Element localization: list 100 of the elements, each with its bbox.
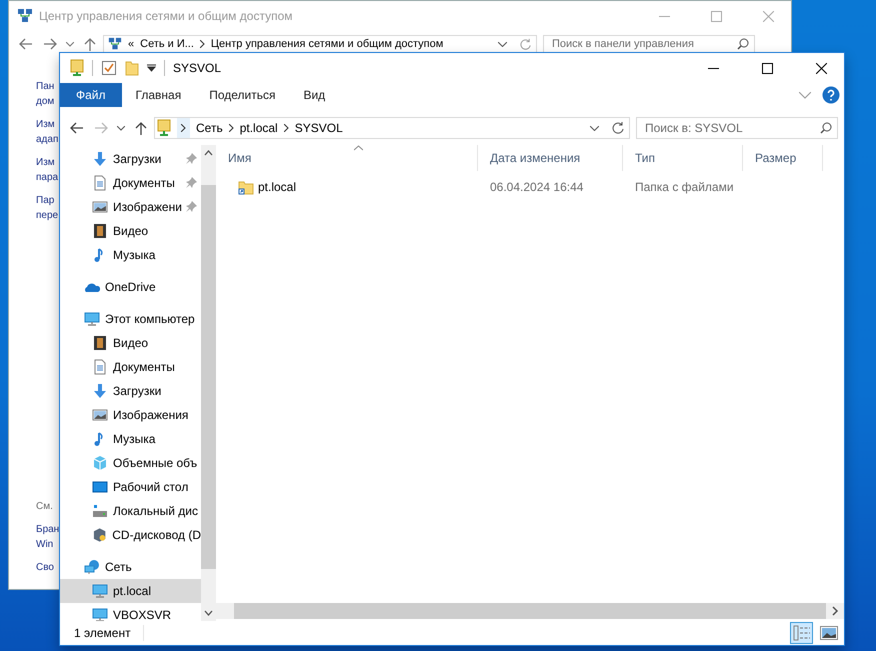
breadcrumb-separator: « [128, 37, 134, 51]
breadcrumb[interactable]: SYSVOL [294, 121, 343, 135]
details-view-icon [792, 625, 810, 641]
nav-item[interactable]: Музыка [60, 243, 201, 267]
nav-item[interactable]: OneDrive [60, 275, 201, 299]
picture-icon [92, 407, 108, 423]
desktop-icon [92, 479, 108, 495]
up-arrow-icon [135, 121, 147, 135]
film-icon [92, 335, 108, 351]
details-view-button[interactable] [790, 622, 813, 644]
caret-icon [117, 126, 125, 130]
forward-arrow-icon [43, 38, 57, 50]
nav-item[interactable]: Рабочий стол [60, 475, 201, 499]
related-link[interactable]: Win [36, 537, 54, 552]
film-icon [92, 223, 108, 239]
task-link[interactable]: Изм [36, 117, 55, 132]
nav-item[interactable]: pt.local [60, 579, 201, 603]
task-link[interactable]: дом [36, 94, 54, 109]
chevron-icon [228, 124, 234, 132]
type-cell-text: Папка с файлами [634, 179, 735, 196]
nav-item[interactable]: Загрузки [60, 147, 201, 171]
chevron-icon [181, 124, 186, 132]
search-icon [820, 122, 832, 134]
nav-item[interactable]: Видео [60, 331, 201, 355]
related-link[interactable]: Бран [36, 522, 60, 537]
task-link[interactable]: пере [36, 208, 58, 223]
network-icon [17, 8, 33, 24]
dropdown-icon[interactable] [590, 126, 599, 130]
search-field[interactable]: Поиск в панели управления [543, 35, 755, 53]
nav-item[interactable]: CD-дисковод (D [60, 523, 201, 547]
folder-shortcut-icon [238, 179, 254, 195]
network-drive-icon [157, 119, 171, 137]
properties-icon[interactable] [101, 60, 117, 76]
task-link[interactable]: Изм [36, 155, 55, 170]
breadcrumb[interactable]: Сеть и И... [140, 37, 194, 51]
cube-icon [92, 455, 108, 471]
nav-item[interactable]: Этот компьютер [60, 307, 201, 331]
column-header[interactable]: Размер [743, 145, 823, 171]
drive-icon [92, 503, 108, 519]
document-icon [92, 359, 108, 375]
monitor-icon [84, 311, 100, 327]
chevron-down-icon [799, 92, 811, 98]
breadcrumb[interactable]: pt.local [240, 121, 278, 135]
chevron-icon [200, 40, 205, 48]
close-icon [762, 10, 774, 22]
task-link[interactable]: адап [36, 132, 58, 147]
search-field[interactable]: Поиск в: SYSVOL [636, 117, 838, 139]
dropdown-icon[interactable] [498, 42, 507, 46]
ribbon-tab[interactable]: Вид [289, 83, 340, 107]
column-header[interactable]: Дата изменения [478, 145, 623, 171]
picture-icon [820, 626, 838, 640]
forward-arrow-icon [94, 122, 108, 134]
scrollbar[interactable] [216, 603, 844, 619]
network-drive-icon[interactable] [70, 59, 84, 77]
picture-icon [92, 199, 108, 215]
up-arrow-icon [84, 37, 96, 51]
date-cell-text: 06.04.2024 16:44 [489, 179, 584, 196]
section-heading: См. [36, 500, 53, 514]
nav-item[interactable]: Сеть [60, 555, 201, 579]
monitor-icon [92, 583, 108, 599]
network-icon [84, 559, 100, 575]
nav-item[interactable]: Документы [60, 171, 201, 195]
window-title: SYSVOL [173, 60, 222, 77]
refresh-icon[interactable] [611, 121, 625, 135]
nav-item[interactable]: Объемные объ [60, 451, 201, 475]
download-icon [92, 383, 108, 399]
monitor-icon [92, 607, 108, 621]
dropdown-icon[interactable] [147, 64, 156, 72]
nav-item[interactable]: Музыка [60, 427, 201, 451]
task-link[interactable]: пара [36, 170, 58, 185]
caret-icon [66, 42, 74, 46]
column-header[interactable]: Тип [623, 145, 743, 171]
task-link[interactable]: Пар [36, 193, 54, 208]
window-title: Центр управления сетями и общим доступом [39, 8, 292, 25]
item-count: 1 элемент [74, 625, 131, 642]
back-arrow-icon [19, 38, 33, 50]
breadcrumb[interactable]: Сеть [196, 121, 223, 135]
nav-item[interactable]: Видео [60, 219, 201, 243]
network-icon [108, 37, 122, 51]
nav-item[interactable]: Локальный дис [60, 499, 201, 523]
file-tab[interactable]: Файл [60, 83, 122, 107]
expand-button[interactable] [177, 118, 190, 138]
nav-item[interactable]: VBOXSVR [60, 603, 201, 621]
download-icon [92, 151, 108, 167]
nav-item[interactable]: Документы [60, 355, 201, 379]
ribbon-tab[interactable]: Поделиться [195, 83, 290, 107]
scrollbar[interactable] [201, 145, 216, 621]
nav-item[interactable]: Изображени [60, 195, 201, 219]
maximize-icon [710, 10, 722, 22]
breadcrumb[interactable]: Центр управления сетями и общим доступом [210, 37, 444, 51]
help-icon[interactable] [822, 86, 840, 104]
file-name[interactable]: pt.local [258, 178, 296, 196]
task-link[interactable]: Пан [36, 79, 54, 94]
nav-item[interactable]: Загрузки [60, 379, 201, 403]
address-bar[interactable]: Сеть pt.local SYSVOL [154, 117, 630, 139]
back-arrow-icon [70, 122, 84, 134]
nav-item[interactable]: Изображения [60, 403, 201, 427]
ribbon-tab[interactable]: Главная [122, 83, 196, 107]
column-header[interactable]: Имя [216, 145, 478, 171]
related-link[interactable]: Сво [36, 560, 54, 575]
